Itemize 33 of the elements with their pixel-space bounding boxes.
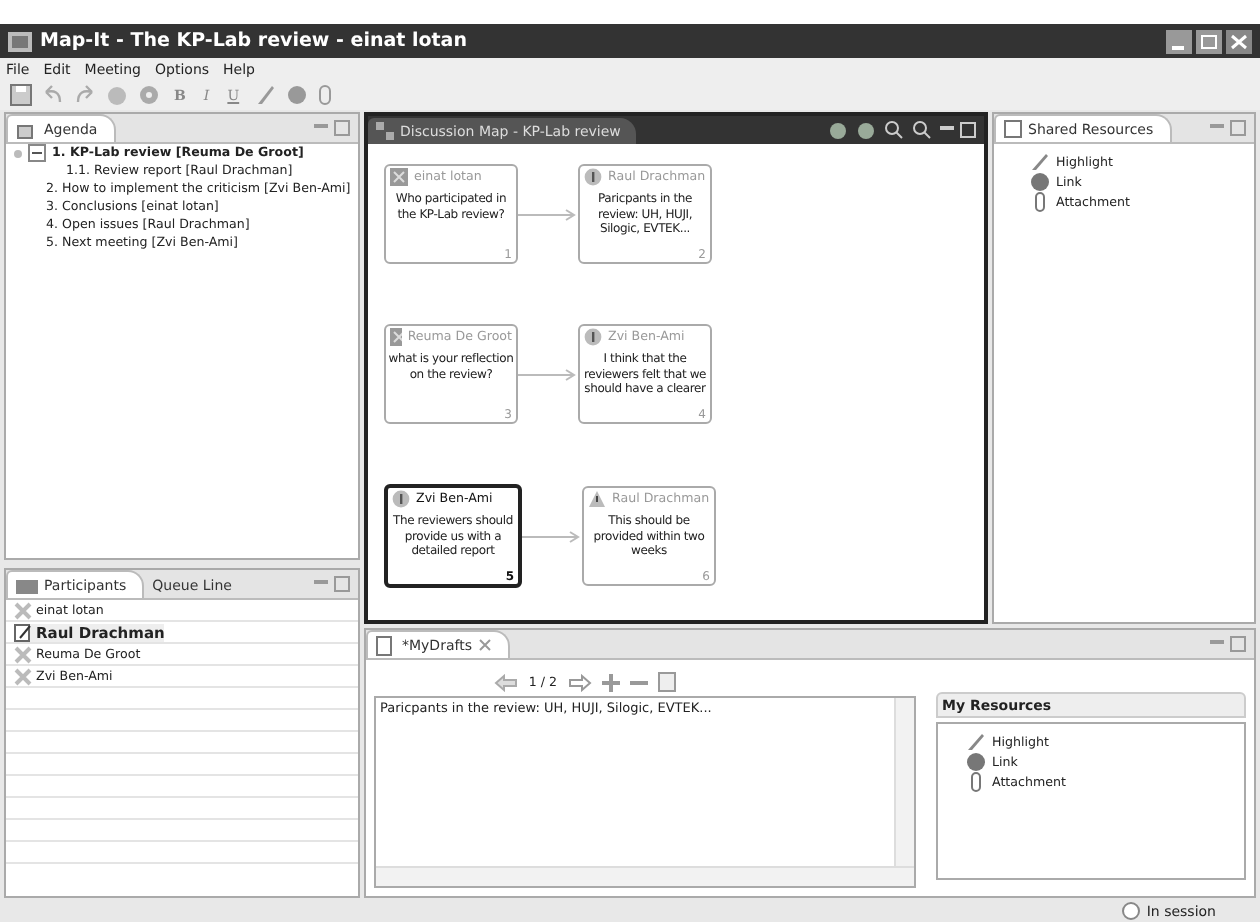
minimize-icon[interactable] bbox=[940, 122, 976, 138]
save-icon[interactable] bbox=[10, 84, 32, 106]
arrow bbox=[522, 529, 582, 543]
maximize-icon[interactable] bbox=[1196, 29, 1222, 53]
undo-icon[interactable] bbox=[42, 84, 64, 106]
window-title: Map-It - The KP-Lab review - einat lotan bbox=[40, 30, 469, 52]
window-icon bbox=[1004, 120, 1022, 138]
document-icon[interactable] bbox=[657, 672, 676, 692]
pencil-icon bbox=[14, 623, 32, 641]
minimize-icon[interactable] bbox=[1166, 29, 1192, 53]
arrow bbox=[518, 367, 578, 381]
info-icon bbox=[392, 490, 410, 508]
plus-icon[interactable] bbox=[601, 673, 620, 691]
zoom-out-icon[interactable] bbox=[912, 120, 932, 140]
zoom-in-icon[interactable] bbox=[884, 120, 904, 140]
document-icon bbox=[376, 635, 396, 655]
arrow bbox=[518, 207, 578, 221]
next-icon[interactable] bbox=[567, 673, 592, 691]
previous-icon[interactable] bbox=[494, 673, 519, 691]
info-icon bbox=[584, 168, 602, 186]
highlighter-icon bbox=[1030, 152, 1050, 172]
info-icon bbox=[584, 328, 602, 346]
paperclip-icon bbox=[1030, 192, 1050, 212]
redo-icon[interactable] bbox=[74, 84, 96, 106]
highlighter-icon[interactable] bbox=[253, 84, 276, 106]
close-icon[interactable] bbox=[1226, 29, 1252, 53]
expand-icon[interactable] bbox=[28, 144, 46, 162]
app-icon bbox=[8, 31, 32, 51]
warning-icon bbox=[588, 490, 606, 508]
paperclip-icon bbox=[966, 772, 986, 792]
map-icon bbox=[376, 122, 394, 140]
highlighter-icon bbox=[966, 732, 986, 752]
paperclip-icon[interactable] bbox=[317, 84, 332, 106]
